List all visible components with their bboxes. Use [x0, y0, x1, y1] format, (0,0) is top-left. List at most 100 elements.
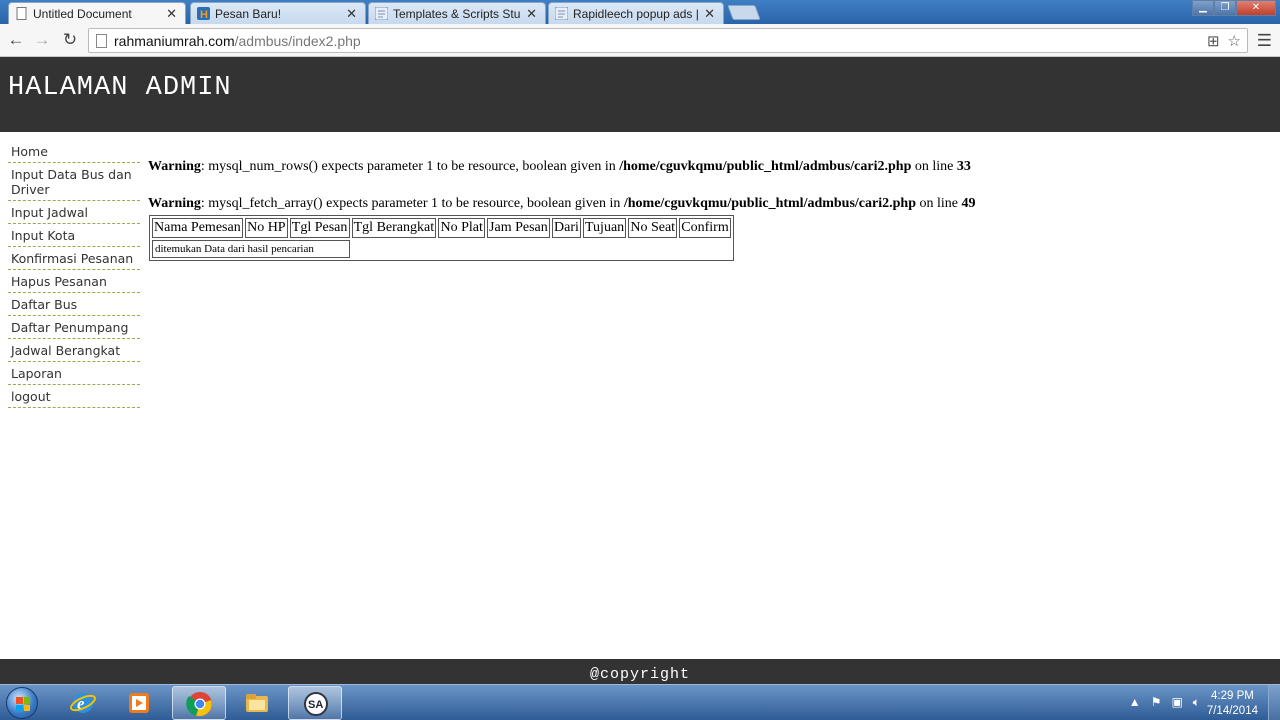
- tab-title: Rapidleech popup ads | Ka: [573, 6, 699, 21]
- tab-title: Pesan Baru!: [215, 6, 282, 21]
- url-path: /admbus/index2.php: [234, 33, 361, 49]
- table-header-row: Nama Pemesan No HP Tgl Pesan Tgl Berangk…: [152, 218, 731, 238]
- nav-item-hapus-pesanan[interactable]: Hapus Pesanan: [8, 273, 140, 293]
- clock-date: 7/14/2014: [1206, 705, 1258, 717]
- warning-line-text: on line: [916, 196, 962, 211]
- page-footer: @copyright: [0, 659, 1280, 684]
- warning-label: Warning: [148, 159, 201, 174]
- taskbar: e SA ▲ ⚑ ▣ 🔈︎ 4:29 PM 7/14/2014: [0, 684, 1280, 720]
- column-header: No Seat: [628, 218, 678, 238]
- page-title: HALAMAN ADMIN: [8, 73, 232, 103]
- column-header: No HP: [245, 218, 288, 238]
- column-header: Tgl Pesan: [289, 218, 350, 238]
- nav-item-input-kota[interactable]: Input Kota: [8, 227, 140, 247]
- media-player-icon: [129, 693, 149, 713]
- tab-pesan-baru[interactable]: H Pesan Baru! ✕: [190, 2, 366, 24]
- empty-result-message: ditemukan Data dari hasil pencarian: [152, 240, 350, 258]
- svg-text:H: H: [200, 9, 208, 20]
- column-header: Tujuan: [583, 218, 627, 238]
- column-header: Nama Pemesan: [152, 218, 244, 238]
- tab-templates-scripts[interactable]: Templates & Scripts Stuff ✕: [368, 2, 546, 24]
- chrome-icon: [186, 692, 212, 717]
- back-icon[interactable]: ←: [6, 30, 26, 50]
- internet-explorer-icon: e: [70, 693, 96, 713]
- reload-icon[interactable]: ↻: [60, 30, 80, 50]
- warning-message: : mysql_fetch_array() expects parameter …: [200, 196, 624, 211]
- nav-item-daftar-bus[interactable]: Daftar Bus: [8, 296, 140, 316]
- copyright-text: @copyright: [589, 666, 690, 683]
- translate-icon[interactable]: ⊞: [1207, 32, 1220, 50]
- close-icon[interactable]: ✕: [346, 6, 357, 22]
- warning-line-text: on line: [911, 159, 957, 174]
- browser-tabstrip: Untitled Document ✕ H Pesan Baru! ✕ Temp…: [0, 0, 1280, 24]
- network-icon[interactable]: ▣: [1171, 695, 1182, 710]
- nav-item-laporan[interactable]: Laporan: [8, 365, 140, 385]
- windows-logo-icon: [16, 697, 30, 711]
- action-center-flag-icon[interactable]: ⚑: [1151, 695, 1162, 710]
- nav-item-home[interactable]: Home: [8, 143, 140, 163]
- folder-icon: [246, 694, 268, 712]
- column-header: Jam Pesan: [487, 218, 550, 238]
- window-controls: ▁ ❐ ✕: [1192, 0, 1276, 16]
- forum-icon: [555, 7, 568, 20]
- address-bar[interactable]: rahmaniumrah.com/admbus/index2.php ⊞ ☆: [88, 28, 1248, 53]
- blogger-icon: H: [197, 7, 210, 20]
- nav-item-jadwal-berangkat[interactable]: Jadwal Berangkat: [8, 342, 140, 362]
- show-desktop-button[interactable]: [1268, 685, 1280, 720]
- php-warning: Warning: mysql_num_rows() expects parame…: [148, 158, 976, 176]
- page-icon: [16, 7, 27, 20]
- taskbar-internet-explorer[interactable]: e: [56, 686, 110, 720]
- new-tab-button[interactable]: [727, 5, 761, 20]
- minimize-icon[interactable]: ▁: [1192, 0, 1214, 16]
- column-header: Confirm: [679, 218, 731, 238]
- nav-item-input-jadwal[interactable]: Input Jadwal: [8, 204, 140, 224]
- volume-icon[interactable]: 🔈︎: [1193, 695, 1200, 710]
- nav-item-logout[interactable]: logout: [8, 388, 140, 408]
- menu-icon[interactable]: ☰: [1257, 31, 1272, 51]
- start-button[interactable]: [6, 687, 38, 719]
- taskbar-media-player[interactable]: [112, 686, 166, 720]
- results-table: Nama Pemesan No HP Tgl Pesan Tgl Berangk…: [149, 215, 734, 261]
- show-hidden-icons-icon[interactable]: ▲: [1129, 695, 1141, 710]
- warning-path: /home/cguvkqmu/public_html/admbus/cari2.…: [623, 196, 916, 211]
- forward-icon[interactable]: →: [32, 30, 52, 50]
- page-icon: [96, 34, 107, 48]
- window-close-icon[interactable]: ✕: [1236, 0, 1276, 16]
- clock-time: 4:29 PM: [1211, 690, 1254, 702]
- nav-item-daftar-penumpang[interactable]: Daftar Penumpang: [8, 319, 140, 339]
- warning-line-number: 33: [956, 159, 971, 174]
- column-header: Dari: [552, 218, 581, 238]
- taskbar-chrome[interactable]: [172, 686, 226, 720]
- taskbar-app-sa[interactable]: SA: [288, 686, 342, 720]
- page-header: HALAMAN ADMIN: [0, 57, 1280, 132]
- maximize-icon[interactable]: ❐: [1214, 0, 1236, 16]
- url-host: rahmaniumrah.com: [114, 33, 235, 49]
- warning-message: : mysql_num_rows() expects parameter 1 t…: [200, 159, 620, 174]
- close-icon[interactable]: ✕: [526, 6, 537, 22]
- close-icon[interactable]: ✕: [166, 6, 177, 22]
- url-text[interactable]: rahmaniumrah.com/admbus/index2.php: [114, 33, 361, 49]
- tab-untitled-document[interactable]: Untitled Document ✕: [8, 2, 186, 24]
- svg-text:SA: SA: [308, 699, 323, 711]
- taskbar-file-explorer[interactable]: [230, 686, 284, 720]
- tab-title: Untitled Document: [33, 6, 132, 21]
- app-sa-icon: SA: [304, 692, 328, 716]
- warning-line-number: 49: [961, 196, 976, 211]
- system-tray: ▲ ⚑ ▣ 🔈︎: [1129, 695, 1200, 710]
- system-clock[interactable]: 4:29 PM 7/14/2014: [1207, 689, 1258, 719]
- close-icon[interactable]: ✕: [704, 6, 715, 22]
- table-row: ditemukan Data dari hasil pencarian: [152, 240, 731, 258]
- nav-item-konfirmasi-pesanan[interactable]: Konfirmasi Pesanan: [8, 250, 140, 270]
- warning-label: Warning: [148, 196, 201, 211]
- nav-item-input-data-bus[interactable]: Input Data Bus dan Driver: [8, 166, 140, 201]
- forum-icon: [375, 7, 388, 20]
- warning-path: /home/cguvkqmu/public_html/admbus/cari2.…: [619, 159, 912, 174]
- browser-toolbar: ← → ↻ rahmaniumrah.com/admbus/index2.php…: [0, 24, 1280, 57]
- tab-rapidleech[interactable]: Rapidleech popup ads | Ka ✕: [548, 2, 724, 24]
- column-header: No Plat: [438, 218, 486, 238]
- tab-title: Templates & Scripts Stuff: [393, 6, 521, 21]
- php-warning: Warning: mysql_fetch_array() expects par…: [148, 195, 976, 213]
- sidebar-nav: Home Input Data Bus dan Driver Input Jad…: [8, 143, 140, 411]
- bookmark-star-icon[interactable]: ☆: [1228, 32, 1241, 50]
- column-header: Tgl Berangkat: [351, 218, 437, 238]
